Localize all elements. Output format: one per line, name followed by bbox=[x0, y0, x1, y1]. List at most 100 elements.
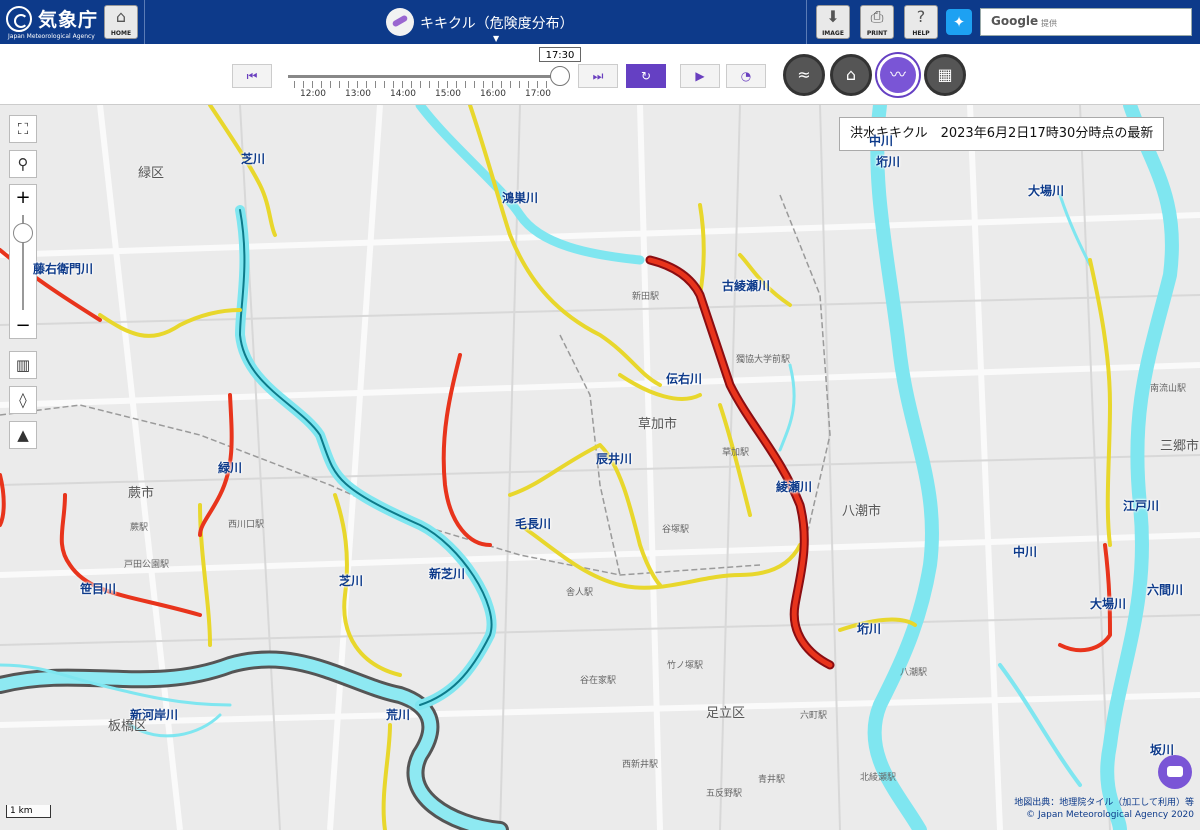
place-label: 緑区 bbox=[138, 166, 165, 181]
skip-start-icon: ⏮ bbox=[246, 69, 258, 83]
river-label: 毛長川 bbox=[515, 517, 552, 531]
image-button[interactable]: ⬇ IMAGE bbox=[816, 5, 850, 39]
kikikuru-icon bbox=[386, 8, 414, 36]
jma-logo[interactable]: 気象庁 Japan Meteorological Agency bbox=[6, 4, 98, 40]
fullscreen-button[interactable]: ⛶ bbox=[9, 115, 37, 143]
river-label: 垳川 bbox=[876, 155, 901, 169]
zoom-in-icon[interactable]: + bbox=[10, 187, 36, 208]
play-button[interactable]: ▶ bbox=[680, 64, 720, 88]
header-divider bbox=[144, 0, 145, 44]
place-label: 蕨市 bbox=[128, 486, 155, 501]
station-label: 草加駅 bbox=[722, 448, 750, 458]
gauge-icon: ◔ bbox=[740, 69, 752, 83]
station-label: 戸田公園駅 bbox=[124, 560, 170, 570]
river-label: 大場川 bbox=[1090, 597, 1127, 611]
sediment-layer-button[interactable]: ⌂ bbox=[830, 54, 872, 96]
map-icon: ▦ bbox=[937, 65, 953, 84]
drop-icon: ◊ bbox=[19, 391, 27, 409]
river-label: 伝右川 bbox=[666, 372, 703, 386]
station-label: 北綾瀬駅 bbox=[860, 773, 897, 783]
river-label: 荒川 bbox=[386, 708, 411, 722]
station-label: 谷塚駅 bbox=[662, 525, 690, 535]
flood-kikikuru-layer-button[interactable]: 〰 bbox=[877, 54, 919, 96]
location-button[interactable]: ⚲ bbox=[9, 150, 37, 178]
river-icon: 〰 bbox=[889, 65, 906, 84]
river-label: 笹目川 bbox=[80, 582, 117, 596]
rewind-button[interactable]: ⏮ bbox=[232, 64, 272, 88]
water-layer-button[interactable]: ◊ bbox=[9, 386, 37, 414]
river-label: 緑川 bbox=[218, 461, 243, 475]
river-label: 綾瀬川 bbox=[776, 480, 813, 494]
station-label: 八潮駅 bbox=[900, 668, 928, 678]
station-label: 舎人駅 bbox=[566, 588, 594, 598]
landslide-icon: ⌂ bbox=[845, 65, 857, 84]
time-slider[interactable] bbox=[288, 75, 560, 78]
tick-label: 15:00 bbox=[435, 89, 461, 99]
chat-icon[interactable] bbox=[1158, 755, 1192, 789]
tick-label: 13:00 bbox=[345, 89, 371, 99]
current-time-label: 17:30 bbox=[539, 47, 581, 62]
map-canvas[interactable]: 洪水キキクル 2023年6月2日17時30分時点の最新 ⛶ ⚲ + − ▥ ◊ … bbox=[0, 105, 1200, 830]
zoom-out-icon[interactable]: − bbox=[10, 315, 36, 336]
skip-end-button[interactable]: ⏭ bbox=[578, 64, 618, 88]
map-layer-button[interactable]: ▦ bbox=[924, 54, 966, 96]
question-icon: ? bbox=[916, 7, 926, 26]
river-label: 新芝川 bbox=[429, 567, 466, 581]
home-button[interactable]: ⌂ HOME bbox=[104, 5, 138, 39]
map-style-button[interactable]: ▥ bbox=[9, 351, 37, 379]
map-layer-svg bbox=[0, 105, 1200, 830]
place-label: 足立区 bbox=[706, 706, 746, 721]
print-button[interactable]: ⎙ PRINT bbox=[860, 5, 894, 39]
river-label: 垳川 bbox=[857, 622, 882, 636]
map-attribution[interactable]: 地図出典：地理院タイル（加工して利用）等 bbox=[1014, 795, 1194, 808]
flood-layer-button[interactable]: ≈ bbox=[783, 54, 825, 96]
mountain-icon: ▲ bbox=[17, 426, 29, 444]
river-label: 大場川 bbox=[1028, 184, 1065, 198]
twitter-icon[interactable]: ✦ bbox=[946, 9, 972, 35]
river-label: 辰井川 bbox=[596, 452, 633, 466]
play-icon: ▶ bbox=[695, 69, 705, 83]
river-label: 芝川 bbox=[241, 152, 266, 166]
river-label: 中川 bbox=[869, 134, 894, 148]
tick-label: 17:00 bbox=[525, 89, 551, 99]
agency-name-en: Japan Meteorological Agency bbox=[8, 33, 95, 40]
agency-name: 気象庁 bbox=[38, 9, 99, 31]
place-label: 草加市 bbox=[638, 417, 678, 432]
station-label: 西新井駅 bbox=[622, 760, 659, 770]
station-label: 竹ノ塚駅 bbox=[667, 661, 704, 671]
help-button[interactable]: ? HELP bbox=[904, 5, 938, 39]
search-input[interactable]: Google 提供 bbox=[980, 8, 1192, 36]
tick-label: 16:00 bbox=[480, 89, 506, 99]
river-label: 江戸川 bbox=[1123, 499, 1160, 513]
place-label: 三郷市 bbox=[1160, 439, 1200, 454]
station-label: 谷在家駅 bbox=[580, 676, 617, 686]
printer-icon: ⎙ bbox=[870, 7, 884, 26]
expand-icon: ⛶ bbox=[17, 120, 29, 138]
refresh-icon: ↻ bbox=[640, 69, 652, 83]
station-label: 西川口駅 bbox=[228, 520, 265, 530]
header-divider bbox=[806, 0, 807, 44]
river-label: 六間川 bbox=[1147, 583, 1184, 597]
header-bar: 気象庁 Japan Meteorological Agency ⌂ HOME キ… bbox=[0, 0, 1200, 44]
time-control-bar: ⏮ 17:30 12:00 13:00 14:00 15:00 16:00 17… bbox=[0, 44, 1200, 105]
latest-button[interactable]: ↻ bbox=[626, 64, 666, 88]
slider-ticks bbox=[294, 81, 554, 88]
place-label: 板橋区 bbox=[108, 719, 148, 734]
station-label: 南流山駅 bbox=[1150, 384, 1187, 394]
scale-bar: 1 km bbox=[6, 805, 51, 818]
river-label: 鴻巣川 bbox=[502, 191, 539, 205]
pin-icon: ⚲ bbox=[17, 155, 29, 173]
terrain-button[interactable]: ▲ bbox=[9, 421, 37, 449]
river-label: 芝川 bbox=[339, 574, 364, 588]
time-slider-handle[interactable] bbox=[550, 66, 570, 86]
station-label: 新田駅 bbox=[632, 292, 660, 302]
flood-icon: ≈ bbox=[797, 65, 811, 84]
river-label: 古綾瀬川 bbox=[722, 279, 771, 293]
zoom-slider-handle[interactable] bbox=[13, 223, 33, 243]
speed-button[interactable]: ◔ bbox=[726, 64, 766, 88]
skip-end-icon: ⏭ bbox=[592, 69, 604, 83]
river-label: 中川 bbox=[1013, 545, 1038, 559]
station-label: 蕨駅 bbox=[130, 523, 149, 533]
map-icon: ▥ bbox=[15, 356, 31, 374]
station-label: 五反野駅 bbox=[706, 789, 743, 799]
